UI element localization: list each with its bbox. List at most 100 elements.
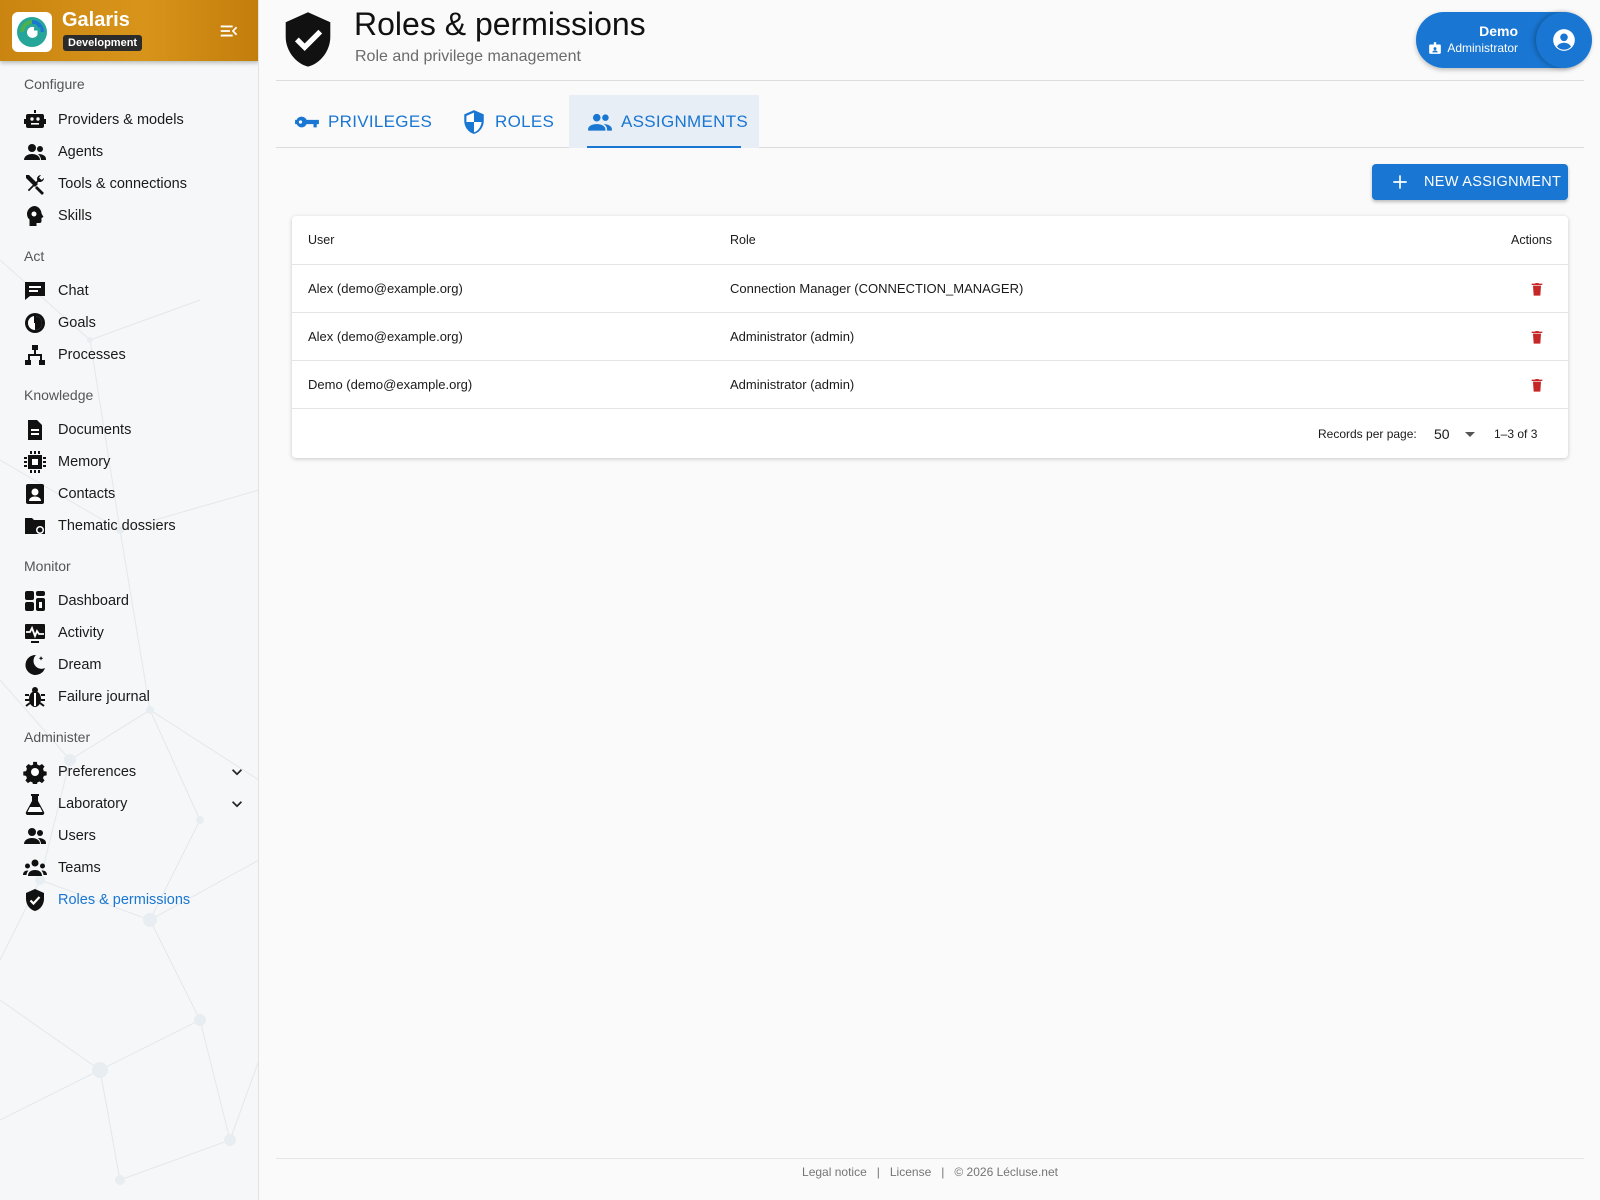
user-cell: Alex (demo@example.org) [308,281,463,296]
sidebar-item-label: Laboratory [58,796,128,812]
shield-check-icon [22,887,48,913]
table-row[interactable]: Alex (demo@example.org) Administrator (a… [292,312,1568,360]
flask-icon [22,791,48,817]
section-act: Act [24,248,45,264]
sidebar-item-label: Roles & permissions [58,892,191,908]
tab-label: PRIVILEGES [328,111,433,131]
chat-icon [22,278,48,304]
shield-icon [464,109,484,134]
page-subtitle: Role and privilege management [355,48,581,65]
sidebar-item-label: Dashboard [58,593,129,609]
sidebar-item-preferences[interactable]: Preferences [22,757,247,787]
sidebar-item-contacts[interactable]: Contacts [22,479,247,509]
memory-chip-icon [22,449,48,475]
plus-icon [1393,175,1407,189]
sidebar-item-dream[interactable]: Dream [22,650,247,680]
sidebar-item-roles-permissions[interactable]: Roles & permissions [22,885,247,915]
active-tab-indicator [587,146,741,148]
user-role-row: Administrator [1428,41,1518,55]
license-link[interactable]: License [890,1165,931,1179]
sidebar-item-label: Tools & connections [58,176,187,192]
sidebar-item-label: Preferences [58,764,137,780]
user-cell: Demo (demo@example.org) [308,377,473,392]
sidebar-item-goals[interactable]: Goals [22,308,247,338]
sidebar-item-memory[interactable]: Memory [22,447,247,477]
sidebar-item-label: Documents [58,422,132,438]
agents-icon [22,139,48,165]
dashboard-icon [22,588,48,614]
account-circle-icon [1553,29,1575,51]
environment-badge: Development [63,35,143,51]
robot-icon [22,107,48,133]
tools-icon [22,171,48,197]
table-pagination: Records per page: 50 1–3 of 3 [292,408,1568,458]
tab-bar: PRIVILEGES ROLES ASSIGNMENTS [276,95,1584,148]
key-icon [295,116,319,127]
sidebar-item-processes[interactable]: Processes [22,340,247,370]
section-monitor: Monitor [24,558,71,574]
column-header-role[interactable]: Role [730,233,756,247]
sidebar-item-label: Agents [58,144,104,160]
column-header-actions: Actions [1511,233,1552,247]
user-name: Demo [1479,23,1518,39]
tab-privileges[interactable]: PRIVILEGES [294,95,442,148]
delete-icon[interactable] [1529,280,1545,298]
goals-icon [22,310,48,336]
delete-icon[interactable] [1529,328,1545,346]
contacts-icon [22,481,48,507]
sidebar-item-label: Skills [58,208,92,224]
sidebar-item-tools-connections[interactable]: Tools & connections [22,169,247,199]
sidebar-item-teams[interactable]: Teams [22,853,247,883]
tab-assignments[interactable]: ASSIGNMENTS [569,95,759,148]
sidebar-item-label: Users [58,828,96,844]
records-per-page-select[interactable]: 50 [1432,421,1482,447]
brand-name: Galaris [62,9,130,31]
gear-icon [22,759,48,785]
sidebar-item-thematic-dossiers[interactable]: Thematic dossiers [22,511,247,541]
table-row[interactable]: Demo (demo@example.org) Administrator (a… [292,360,1568,408]
table-row[interactable]: Alex (demo@example.org) Connection Manag… [292,264,1568,312]
sidebar-item-chat[interactable]: Chat [22,276,247,306]
sidebar-item-laboratory[interactable]: Laboratory [22,789,247,819]
records-per-page-value: 50 [1434,426,1450,442]
sidebar-item-label: Activity [58,625,104,641]
tab-roles[interactable]: ROLES [461,95,573,148]
people-icon [588,113,612,131]
sidebar: Galaris Development Configure Providers … [0,0,259,1200]
new-assignment-button[interactable]: NEW ASSIGNMENT [1372,164,1568,200]
new-assignment-label: NEW ASSIGNMENT [1424,174,1562,190]
collapse-menu-icon[interactable] [218,20,240,42]
avatar[interactable] [1536,12,1592,68]
pagination-range: 1–3 of 3 [1494,427,1538,441]
role-cell: Administrator (admin) [730,329,855,344]
brand-header: Galaris Development [0,0,258,61]
sidebar-item-skills[interactable]: Skills [22,201,247,231]
tab-label: ROLES [495,111,555,131]
chevron-down-icon[interactable] [227,762,247,782]
shield-check-icon [285,12,331,67]
chevron-down-icon[interactable] [227,794,247,814]
sidebar-item-failure-journal[interactable]: Failure journal [22,682,247,712]
teams-icon [22,855,48,881]
caret-down-icon [1465,432,1475,437]
section-knowledge: Knowledge [24,387,94,403]
user-cell: Alex (demo@example.org) [308,329,463,344]
assignments-table: User Role Actions Alex (demo@example.org… [292,216,1568,458]
footer-separator: | [876,1165,880,1179]
role-cell: Administrator (admin) [730,377,855,392]
page-title: Roles & permissions [354,6,646,42]
delete-icon[interactable] [1529,376,1545,394]
sidebar-item-users[interactable]: Users [22,821,247,851]
galaris-logo[interactable] [12,12,52,52]
sidebar-item-label: Memory [58,454,111,470]
section-administer: Administer [24,729,91,745]
sidebar-item-agents[interactable]: Agents [22,137,247,167]
sidebar-item-documents[interactable]: Documents [22,415,247,445]
legal-notice-link[interactable]: Legal notice [802,1165,867,1179]
sidebar-item-providers-models[interactable]: Providers & models [22,105,247,135]
sidebar-item-label: Failure journal [58,689,150,705]
user-menu-button[interactable]: Demo Administrator [1416,12,1592,68]
sidebar-item-dashboard[interactable]: Dashboard [22,586,247,616]
column-header-user[interactable]: User [308,233,334,247]
sidebar-item-activity[interactable]: Activity [22,618,247,648]
